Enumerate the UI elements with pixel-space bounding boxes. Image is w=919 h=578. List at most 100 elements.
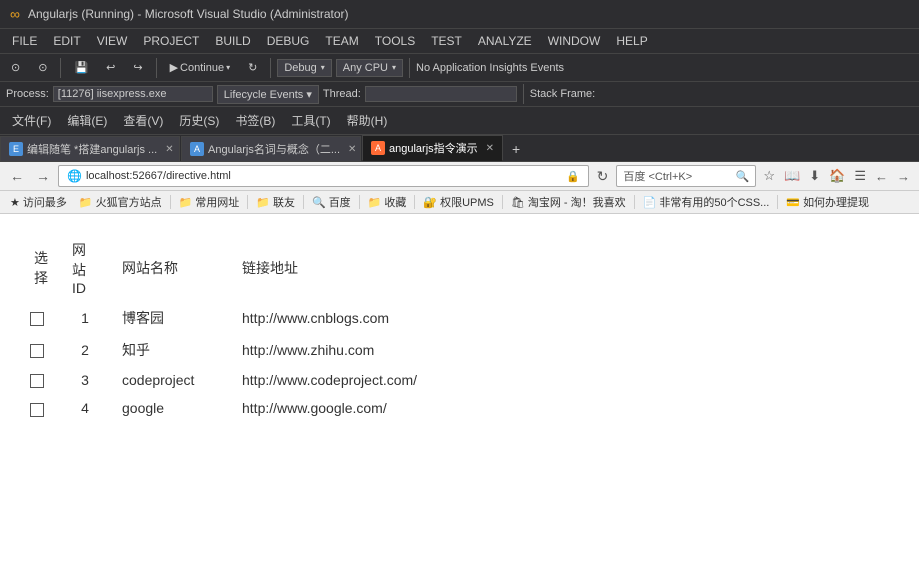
browser-menu-help[interactable]: 帮助(H) xyxy=(339,109,396,132)
tab-1-favicon: A xyxy=(190,142,204,156)
cell-id-2: 3 xyxy=(68,366,118,394)
thread-label: Thread: xyxy=(323,88,361,100)
back-nav-btn[interactable]: ← xyxy=(6,166,28,186)
tab-1[interactable]: A Angularjs名词与概念（二... ✕ xyxy=(181,136,361,161)
menu-window[interactable]: WINDOW xyxy=(540,31,609,51)
fav-taobao-label: 淘宝网 - 淘！我喜欢 xyxy=(528,194,626,210)
search-bar[interactable]: 百度 <Ctrl+K> 🔍 xyxy=(616,165,756,187)
table-row: 2 知乎 http://www.zhihu.com xyxy=(30,334,538,366)
tab-2[interactable]: A angularjs指令演示 ✕ xyxy=(362,135,503,161)
fav-taobao[interactable]: 🛍 淘宝网 - 淘！我喜欢 xyxy=(507,193,630,211)
fav-sep-1 xyxy=(170,195,171,209)
refresh-btn[interactable]: ↻ xyxy=(241,58,264,77)
refresh-nav-btn[interactable]: ↻ xyxy=(593,166,613,187)
cell-id-0: 1 xyxy=(68,302,118,334)
menu-team[interactable]: TEAM xyxy=(317,31,366,51)
play-icon: ▶ xyxy=(170,61,178,74)
menu-project[interactable]: PROJECT xyxy=(135,31,207,51)
cell-url-1: http://www.zhihu.com xyxy=(238,334,538,366)
search-icon[interactable]: 🔍 xyxy=(736,170,750,183)
tab-2-close[interactable]: ✕ xyxy=(486,143,494,154)
browser-menu-tools[interactable]: 工具(T) xyxy=(283,109,338,132)
cpu-dropdown-arrow: ▾ xyxy=(392,63,396,72)
checkbox-row-3[interactable] xyxy=(30,403,44,417)
lifecycle-btn[interactable]: Lifecycle Events ▾ xyxy=(217,85,319,104)
menu-build[interactable]: BUILD xyxy=(207,31,258,51)
cell-url-0: http://www.cnblogs.com xyxy=(238,302,538,334)
forward-btn[interactable]: ⊙ xyxy=(31,58,54,77)
undo-btn[interactable]: ↩ xyxy=(99,58,122,77)
browser-menu-history[interactable]: 历史(S) xyxy=(171,109,227,132)
browser-menu-file[interactable]: 文件(F) xyxy=(4,109,59,132)
menu-analyze[interactable]: ANALYZE xyxy=(470,31,540,51)
cpu-dropdown[interactable]: Any CPU ▾ xyxy=(336,59,403,77)
separator-3 xyxy=(270,58,271,78)
menu-bar: FILE EDIT VIEW PROJECT BUILD DEBUG TEAM … xyxy=(0,29,919,54)
menu-debug[interactable]: DEBUG xyxy=(259,31,318,51)
save-btn[interactable]: 💾 xyxy=(67,58,95,77)
fav-firefox[interactable]: 📁 火狐官方站点 xyxy=(75,193,166,211)
table-row: 1 博客园 http://www.cnblogs.com xyxy=(30,302,538,334)
checkbox-row-2[interactable] xyxy=(30,374,44,388)
col-header-url: 链接地址 xyxy=(238,234,538,302)
menu-icon[interactable]: ☰ xyxy=(851,166,869,186)
fav-collect[interactable]: 📁 收藏 xyxy=(364,193,411,211)
common-urls-icon: 📁 xyxy=(179,196,193,209)
fav-sep-6 xyxy=(502,195,503,209)
menu-view[interactable]: VIEW xyxy=(89,31,136,51)
forward-nav-btn[interactable]: → xyxy=(32,166,54,186)
tab-0-close[interactable]: ✕ xyxy=(165,144,173,155)
tab-1-close[interactable]: ✕ xyxy=(348,144,356,155)
browser-right-btns: ☆ 📖 ⬇ 🏠 ☰ ← → xyxy=(760,166,913,186)
fav-common-urls-label: 常用网址 xyxy=(195,194,239,210)
browser-content-wrapper: ← → 🌐 localhost:52667/directive.html 🔒 ↻… xyxy=(0,162,919,578)
browser-menu-bookmarks[interactable]: 书签(B) xyxy=(227,109,283,132)
fav-css[interactable]: 📄 非常有用的50个CSS... xyxy=(639,193,774,211)
tab-0[interactable]: E 编辑随笔 *搭建angularjs ... ✕ xyxy=(0,136,180,161)
fav-lianyou[interactable]: 📁 联友 xyxy=(252,193,299,211)
menu-help[interactable]: HELP xyxy=(608,31,655,51)
address-favicon: 🌐 xyxy=(67,169,82,183)
fav-cash[interactable]: 💳 如何办理提现 xyxy=(782,193,873,211)
bookmarks-icon[interactable]: ☆ xyxy=(760,166,778,186)
continue-btn[interactable]: ▶ Continue ▾ xyxy=(163,58,238,77)
checkbox-row-0[interactable] xyxy=(30,312,44,326)
menu-tools[interactable]: TOOLS xyxy=(367,31,423,51)
fav-most-visited[interactable]: ★ 访问最多 xyxy=(6,193,71,211)
cell-url-2: http://www.codeproject.com/ xyxy=(238,366,538,394)
home-icon[interactable]: 🏠 xyxy=(826,166,848,186)
download-icon[interactable]: ⬇ xyxy=(806,166,823,186)
process-input[interactable] xyxy=(53,86,213,102)
browser-menu-view[interactable]: 查看(V) xyxy=(115,109,171,132)
css-icon: 📄 xyxy=(643,196,657,209)
address-security-icon: 🔒 xyxy=(566,170,580,183)
browser-menu-bar: 文件(F) 编辑(E) 查看(V) 历史(S) 书签(B) 工具(T) 帮助(H… xyxy=(0,107,919,135)
fav-common-urls[interactable]: 📁 常用网址 xyxy=(175,193,244,211)
menu-file[interactable]: FILE xyxy=(4,31,45,51)
back-hist-icon[interactable]: ← xyxy=(872,167,891,186)
new-tab-btn[interactable]: + xyxy=(504,137,528,161)
menu-edit[interactable]: EDIT xyxy=(45,31,88,51)
vs-logo-icon: ∞ xyxy=(10,6,20,22)
fav-baidu[interactable]: 🔍 百度 xyxy=(308,193,355,211)
cell-name-1: 知乎 xyxy=(118,334,238,366)
col-header-name: 网站名称 xyxy=(118,234,238,302)
fav-upms[interactable]: 🔐 权限UPMS xyxy=(419,193,497,211)
forward-hist-icon[interactable]: → xyxy=(894,167,913,186)
menu-test[interactable]: TEST xyxy=(423,31,470,51)
fav-sep-8 xyxy=(777,195,778,209)
redo-btn[interactable]: ↪ xyxy=(126,58,149,77)
back-btn[interactable]: ⊙ xyxy=(4,58,27,77)
browser-menu-edit[interactable]: 编辑(E) xyxy=(59,109,115,132)
separator-4 xyxy=(409,58,410,78)
debug-dropdown[interactable]: Debug ▾ xyxy=(277,59,331,77)
process-label: Process: xyxy=(6,88,49,100)
fav-baidu-label: 百度 xyxy=(329,194,351,210)
tab-1-label: Angularjs名词与概念（二... xyxy=(208,141,340,157)
fav-upms-label: 权限UPMS xyxy=(440,194,494,210)
thread-input[interactable] xyxy=(365,86,517,102)
read-mode-icon[interactable]: 📖 xyxy=(781,166,803,186)
checkbox-row-1[interactable] xyxy=(30,344,44,358)
address-bar[interactable]: 🌐 localhost:52667/directive.html 🔒 xyxy=(58,165,589,187)
fav-sep-7 xyxy=(634,195,635,209)
